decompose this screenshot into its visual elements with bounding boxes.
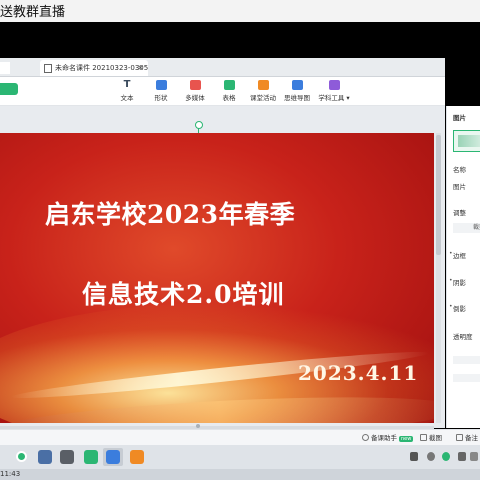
tool-subject-tools[interactable]: 学科工具 ▾ <box>314 80 354 102</box>
tool-activity-label: 课堂活动 <box>250 94 276 102</box>
tool-text[interactable]: T 文本 <box>110 79 144 103</box>
panel-section-title: 图片 <box>453 114 466 122</box>
shape-icon <box>155 80 167 90</box>
screenshot-icon <box>420 434 427 441</box>
tool-mindmap-label: 思维导图 <box>284 94 310 102</box>
shadow-label[interactable]: 阴影 <box>453 277 466 287</box>
tray-app-icon[interactable] <box>410 452 418 461</box>
blue-app-icon[interactable] <box>106 450 120 464</box>
adjust-label: 调整 <box>453 209 466 217</box>
border-label[interactable]: 边框 <box>453 250 466 260</box>
slide-title-line1: 启东学校2023年春季 <box>45 200 296 229</box>
text-icon: T <box>123 79 131 90</box>
activity-icon <box>257 80 269 90</box>
video-letterbox <box>0 22 480 58</box>
image-style-thumbnail[interactable] <box>453 130 480 152</box>
name-value: 图片 <box>453 183 466 191</box>
tool-media[interactable]: 多媒体 <box>178 80 212 102</box>
file-manager-icon[interactable] <box>60 450 74 464</box>
insert-toolbar: T 文本 形状 多媒体 表格 课堂活动 思维导图 学科工具 ▾ <box>0 77 445 106</box>
tray-info-icon[interactable] <box>427 452 435 461</box>
tool-table-label: 表格 <box>222 94 236 102</box>
window-title-bar: 送教群直播 <box>0 0 480 22</box>
tool-shape[interactable]: 形状 <box>144 80 178 102</box>
expand-border-icon[interactable]: • <box>449 250 453 257</box>
screenshot-button[interactable]: 截图 <box>420 432 442 442</box>
crop-button[interactable]: 裁剪 <box>453 223 480 233</box>
tool-shape-label: 形状 <box>154 94 168 102</box>
subject-tools-icon <box>328 80 340 90</box>
notes-button[interactable]: 备注 <box>456 432 478 442</box>
properties-panel: 图片 名称 图片 调整 裁剪 • 边框 • 阴影 • 倒影 透明度 <box>446 106 480 428</box>
clock-text: 11:43 <box>0 470 21 478</box>
new-badge: new <box>399 436 414 442</box>
taskbar <box>0 445 480 469</box>
volume-icon[interactable] <box>470 452 478 461</box>
name-label: 名称 <box>453 166 466 174</box>
app-360-icon[interactable] <box>16 451 27 462</box>
panel-field[interactable] <box>453 374 480 382</box>
slide-title-line2: 信息技术2.0培训 <box>82 280 285 309</box>
expand-shadow-icon[interactable]: • <box>449 277 453 284</box>
network-icon[interactable] <box>458 452 466 461</box>
tool-media-label: 多媒体 <box>185 94 205 102</box>
notes-icon <box>456 434 463 441</box>
tab-label: 未命名课件 20210323-0305... <box>55 64 148 72</box>
table-icon <box>223 80 235 90</box>
tool-table[interactable]: 表格 <box>212 80 246 102</box>
seewo-app-icon[interactable] <box>84 450 98 464</box>
tool-class-activity[interactable]: 课堂活动 <box>246 80 280 102</box>
media-icon <box>189 80 201 90</box>
opacity-label: 透明度 <box>453 333 473 341</box>
opacity-slider[interactable] <box>453 356 480 364</box>
window-title: 送教群直播 <box>0 5 66 20</box>
expand-reflection-icon[interactable]: • <box>449 303 453 310</box>
monitor-app-icon[interactable] <box>38 450 52 464</box>
prep-assistant[interactable]: 备课助手 new <box>362 432 414 442</box>
scrollbar-thumb[interactable] <box>436 135 441 255</box>
tool-mindmap[interactable]: 思维导图 <box>280 80 314 102</box>
tray-wechat-icon[interactable] <box>442 452 450 461</box>
slide-date: 2023.4.11 <box>298 361 419 385</box>
reflection-label[interactable]: 倒影 <box>453 303 466 313</box>
taskbar-clock-strip: 11:43 <box>0 469 480 480</box>
new-page-button[interactable] <box>0 83 18 95</box>
tool-subject-label: 学科工具 ▾ <box>318 94 350 102</box>
orange-app-icon[interactable] <box>130 450 144 464</box>
close-tab-icon[interactable]: × <box>137 60 144 76</box>
assistant-icon <box>362 434 369 441</box>
tool-text-label: 文本 <box>120 94 134 102</box>
vertical-scrollbar[interactable] <box>436 133 441 423</box>
screenshot-label: 截图 <box>429 434 442 442</box>
assistant-label: 备课助手 <box>371 434 397 442</box>
mindmap-icon <box>291 80 303 90</box>
tab-stub[interactable] <box>0 62 10 74</box>
thumbnail-preview <box>458 135 480 147</box>
bottom-handle[interactable] <box>196 424 200 428</box>
tab-bar: 未命名课件 20210323-0305... × <box>0 58 445 77</box>
document-icon <box>44 63 52 73</box>
rotate-handle[interactable] <box>195 121 203 129</box>
tab-courseware[interactable]: 未命名课件 20210323-0305... × <box>40 60 148 76</box>
status-bar: 备课助手 new 截图 备注 <box>0 429 480 445</box>
notes-label: 备注 <box>465 434 478 442</box>
slide-image[interactable]: 启东学校2023年春季 信息技术2.0培训 2023.4.11 <box>0 133 434 423</box>
